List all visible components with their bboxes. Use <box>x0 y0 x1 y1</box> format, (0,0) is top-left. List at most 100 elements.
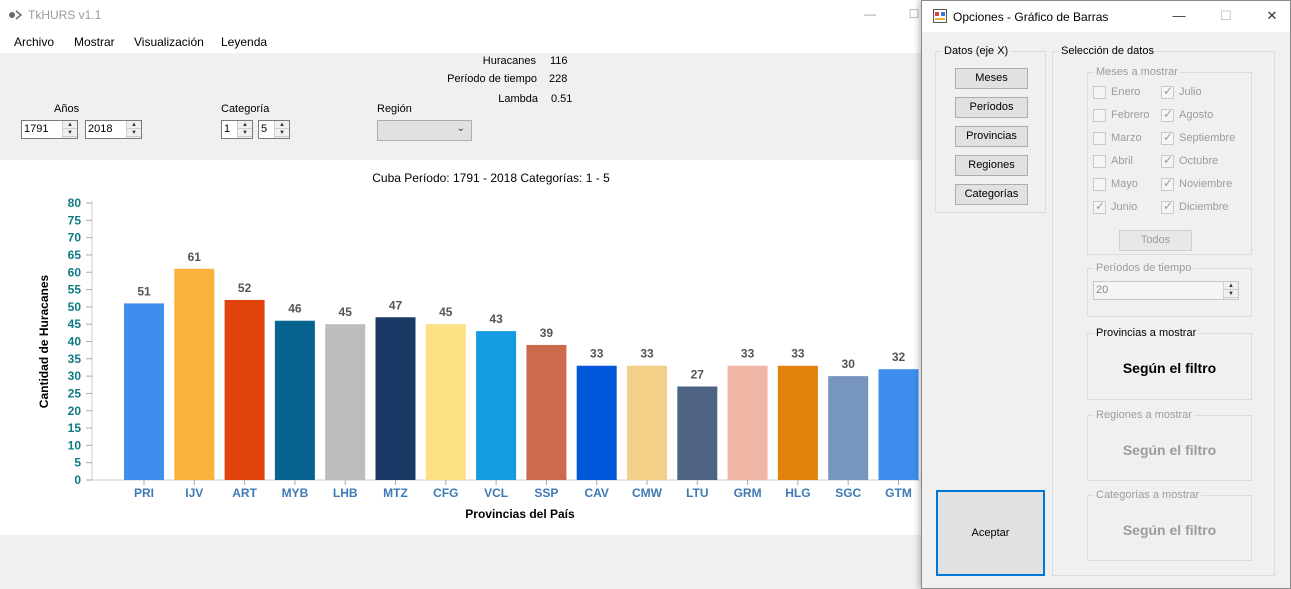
year-from-spin-buttons[interactable]: ▲ ▼ <box>62 121 77 138</box>
category-to-spin-buttons[interactable]: ▲ ▼ <box>274 121 289 138</box>
menu-archivo[interactable]: Archivo <box>14 35 54 49</box>
bar-cav <box>576 365 617 480</box>
checkbox-label: Julio <box>1179 86 1202 98</box>
bar-cfg <box>425 324 466 480</box>
bar-value-label: 51 <box>137 284 151 298</box>
checkbox-label: Septiembre <box>1179 132 1236 144</box>
y-tick-label: 15 <box>68 421 82 435</box>
periodos-button[interactable]: Períodos <box>955 97 1028 118</box>
y-tick-label: 0 <box>74 473 81 487</box>
menu-mostrar[interactable]: Mostrar <box>74 35 115 49</box>
seleccion-group: Selección de datos Meses a mostrar Enero… <box>1052 45 1275 576</box>
checkbox-label: Abril <box>1111 155 1134 167</box>
filter-panel: Huracanes 116 Período de tiempo 228 Lamb… <box>0 53 930 160</box>
checkmark-icon: ✓ <box>1163 199 1174 213</box>
category-from-spin-buttons[interactable]: ▲ ▼ <box>237 121 252 138</box>
menu-bar: Archivo Mostrar Visualización Leyenda <box>0 31 930 53</box>
year-to-spin-buttons[interactable]: ▲ ▼ <box>126 121 141 138</box>
spin-up-icon[interactable]: ▲ <box>127 121 141 129</box>
menu-leyenda[interactable]: Leyenda <box>221 35 267 49</box>
bar-ijv <box>174 268 215 480</box>
bar-value-label: 52 <box>238 281 252 295</box>
y-tick-label: 45 <box>68 317 82 331</box>
y-tick-label: 75 <box>68 213 82 227</box>
spin-up-icon[interactable]: ▲ <box>1224 282 1238 290</box>
checkbox-box[interactable]: ✓ <box>1161 84 1174 99</box>
x-tick-label: PRI <box>134 486 154 500</box>
menu-visualizacion[interactable]: Visualización <box>134 35 204 49</box>
category-label: Categoría <box>221 103 270 115</box>
bar-myb <box>274 320 315 480</box>
x-tick-label: CAV <box>584 486 608 500</box>
category-from-spinner[interactable]: 1 ▲ ▼ <box>221 120 253 139</box>
todos-button[interactable]: Todos <box>1119 230 1192 251</box>
x-tick-label: MTZ <box>383 486 408 500</box>
bar-pri <box>124 303 164 480</box>
categorias-group: Categorías a mostrar Según el filtro <box>1087 489 1252 561</box>
y-tick-label: 60 <box>68 265 82 279</box>
y-tick-label: 50 <box>68 300 82 314</box>
dialog-title: Opciones - Gráfico de Barras <box>953 10 1109 24</box>
minimize-button[interactable]: — <box>860 4 880 24</box>
checkbox-box[interactable] <box>1093 109 1106 122</box>
dialog-minimize-button[interactable]: — <box>1168 6 1190 26</box>
periodos-group-label: Períodos de tiempo <box>1094 262 1194 274</box>
bar-value-label: 30 <box>842 357 856 371</box>
regiones-button[interactable]: Regiones <box>955 155 1028 176</box>
category-to-spinner[interactable]: 5 ▲ ▼ <box>258 120 290 139</box>
bar-value-label: 33 <box>590 347 604 361</box>
y-tick-label: 10 <box>68 438 82 452</box>
year-to-spinner[interactable]: 2018 ▲ ▼ <box>85 120 142 139</box>
checkbox-box[interactable] <box>1093 86 1106 99</box>
checkbox-label: Junio <box>1111 201 1138 213</box>
year-to-value: 2018 <box>88 123 113 135</box>
checkbox-box[interactable]: ✓ <box>1161 199 1174 214</box>
category-from-value: 1 <box>224 123 231 135</box>
checkmark-icon: ✓ <box>1095 199 1106 213</box>
window-title: TkHURS v1.1 <box>28 8 102 22</box>
checkbox-box[interactable]: ✓ <box>1161 130 1174 145</box>
y-tick-label: 20 <box>68 404 82 418</box>
checkbox-box[interactable] <box>1093 132 1106 145</box>
spin-down-icon[interactable]: ▼ <box>127 129 141 137</box>
periodos-group: Períodos de tiempo 20 ▲ ▼ <box>1087 262 1252 317</box>
checkbox-label: Febrero <box>1111 109 1150 121</box>
checkbox-box[interactable]: ✓ <box>1161 107 1174 122</box>
checkbox-box[interactable] <box>1093 178 1106 191</box>
checkbox-box[interactable]: ✓ <box>1161 176 1174 191</box>
checkbox-label: Marzo <box>1111 132 1142 144</box>
periodos-spin-buttons[interactable]: ▲ ▼ <box>1223 282 1238 299</box>
spin-down-icon[interactable]: ▼ <box>1224 290 1238 298</box>
periodos-spinner[interactable]: 20 ▲ ▼ <box>1093 281 1239 300</box>
spin-up-icon[interactable]: ▲ <box>275 121 289 129</box>
spin-down-icon[interactable]: ▼ <box>238 129 252 137</box>
x-tick-label: SGC <box>835 486 861 500</box>
meses-button[interactable]: Meses <box>955 68 1028 89</box>
accept-button[interactable]: Aceptar <box>936 490 1045 576</box>
spin-down-icon[interactable]: ▼ <box>275 129 289 137</box>
region-dropdown[interactable]: ⌄ <box>377 120 472 141</box>
spin-up-icon[interactable]: ▲ <box>63 121 77 129</box>
y-tick-label: 65 <box>68 248 82 262</box>
spin-up-icon[interactable]: ▲ <box>238 121 252 129</box>
categorias-button[interactable]: Categorías <box>955 184 1028 205</box>
provincias-button[interactable]: Provincias <box>955 126 1028 147</box>
regiones-group-label: Regiones a mostrar <box>1094 409 1194 421</box>
checkbox-box[interactable] <box>1093 155 1106 168</box>
dialog-maximize-button[interactable]: ☐ <box>1215 6 1237 26</box>
x-tick-label: HLG <box>785 486 810 500</box>
y-tick-label: 70 <box>68 231 82 245</box>
y-tick-label: 5 <box>74 456 81 470</box>
checkbox-box[interactable]: ✓ <box>1093 199 1106 214</box>
bar-hlg <box>777 365 818 480</box>
stat-value-periodo: 228 <box>549 73 568 85</box>
stat-label-lambda: Lambda <box>498 93 538 105</box>
x-tick-label: CMW <box>632 486 663 500</box>
spin-down-icon[interactable]: ▼ <box>63 129 77 137</box>
bar-value-label: 33 <box>741 347 755 361</box>
checkbox-box[interactable]: ✓ <box>1161 153 1174 168</box>
bar-value-label: 45 <box>439 305 453 319</box>
year-from-spinner[interactable]: 1791 ▲ ▼ <box>21 120 78 139</box>
provincias-filter-text: Según el filtro <box>1122 360 1217 376</box>
dialog-close-button[interactable]: ✕ <box>1261 6 1283 26</box>
